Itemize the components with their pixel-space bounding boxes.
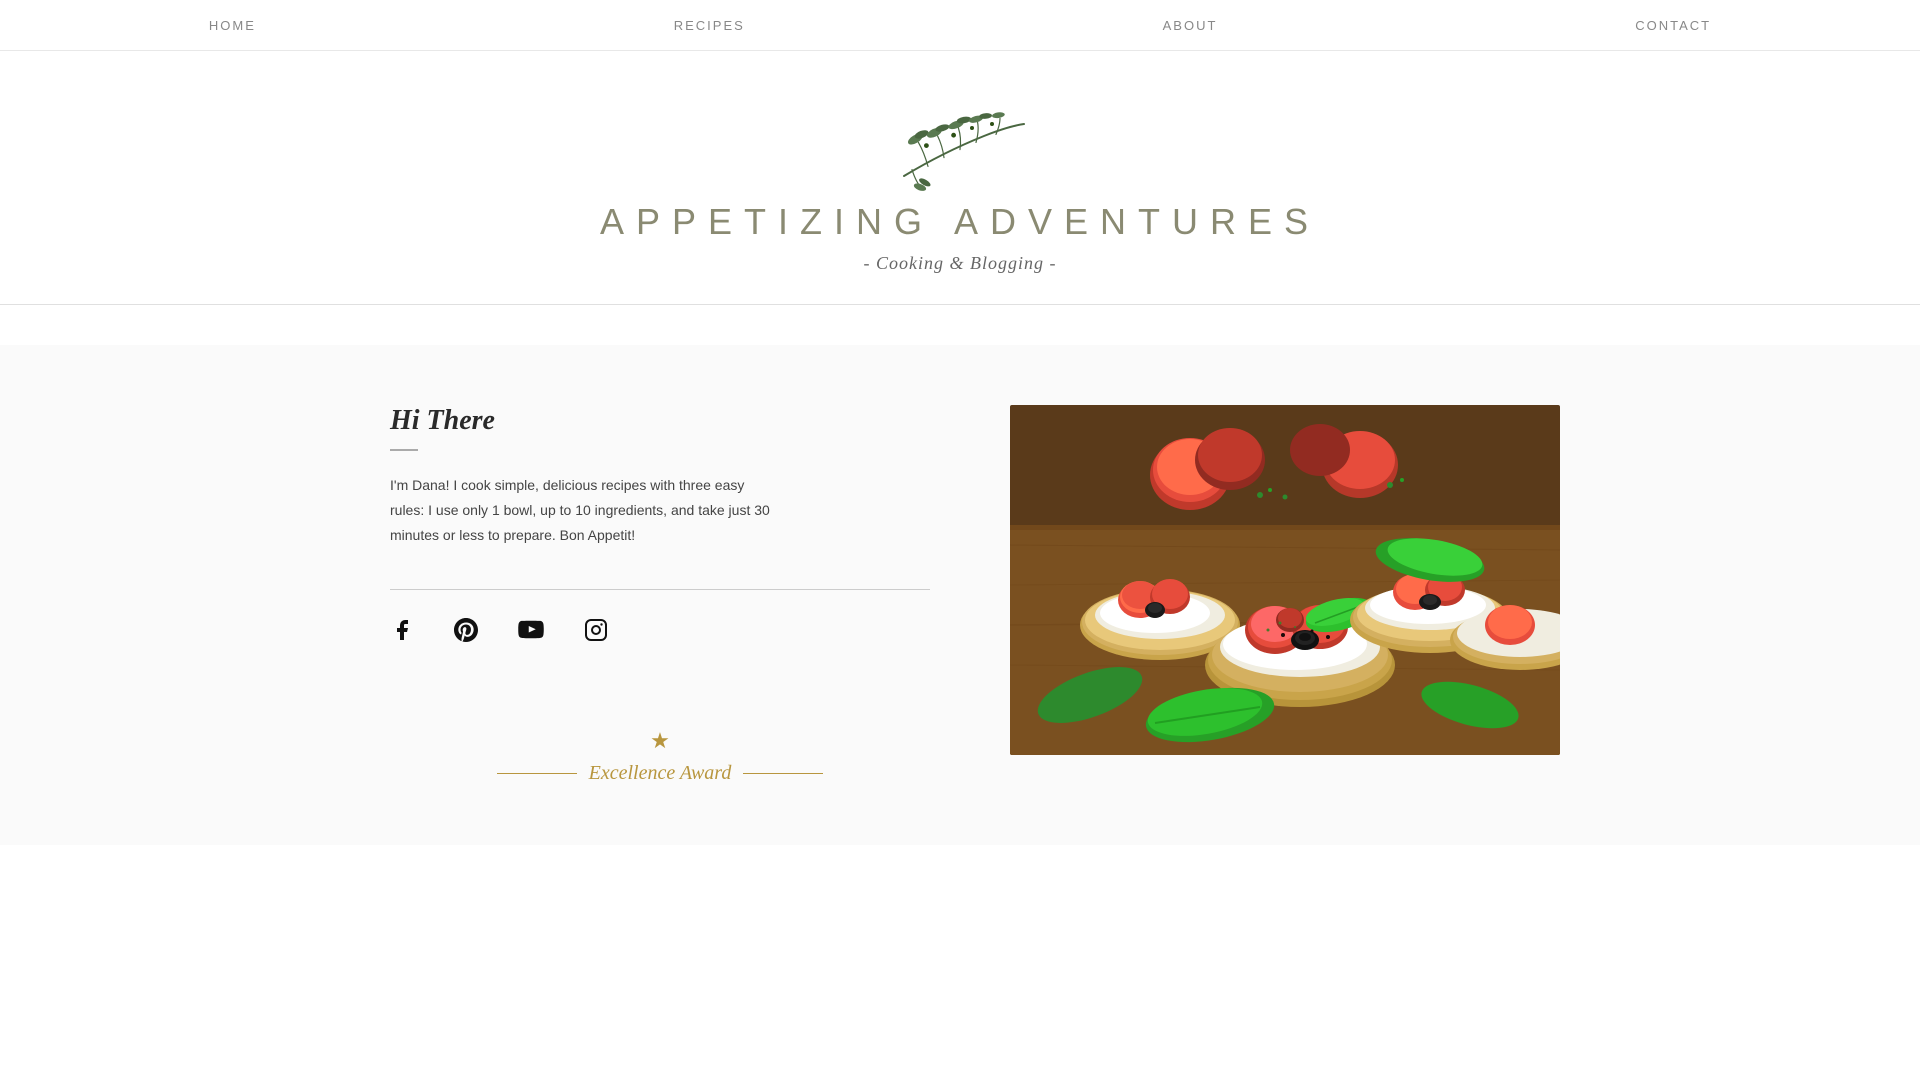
greeting-divider bbox=[390, 449, 418, 451]
facebook-icon bbox=[390, 618, 414, 642]
left-column: Hi There I'm Dana! I cook simple, delici… bbox=[390, 405, 930, 785]
right-column bbox=[1010, 405, 1560, 785]
nav-contact[interactable]: CONTACT bbox=[1575, 18, 1771, 33]
main-content: Hi There I'm Dana! I cook simple, delici… bbox=[0, 345, 1920, 845]
hero-divider bbox=[0, 304, 1920, 305]
nav-recipes[interactable]: RECIPES bbox=[614, 18, 805, 33]
social-divider bbox=[390, 589, 930, 590]
instagram-icon bbox=[584, 618, 608, 642]
pinterest-link[interactable] bbox=[454, 618, 478, 648]
star-icon: ★ bbox=[650, 728, 670, 754]
nav-home[interactable]: HOME bbox=[149, 18, 316, 33]
site-title: APPETIZING ADVENTURES bbox=[600, 201, 1320, 243]
social-icons-row bbox=[390, 618, 930, 648]
site-subtitle: - Cooking & Blogging - bbox=[864, 253, 1057, 274]
youtube-link[interactable] bbox=[518, 618, 544, 648]
logo-illustration bbox=[880, 111, 1040, 201]
food-image-container bbox=[1010, 405, 1560, 755]
facebook-link[interactable] bbox=[390, 618, 414, 648]
food-image bbox=[1010, 405, 1560, 755]
youtube-icon bbox=[518, 618, 544, 642]
excellence-label: Excellence Award bbox=[589, 762, 732, 785]
nav-about[interactable]: ABOUT bbox=[1103, 18, 1278, 33]
main-nav: HOME RECIPES ABOUT CONTACT bbox=[0, 0, 1920, 51]
instagram-link[interactable] bbox=[584, 618, 608, 648]
hero-section: APPETIZING ADVENTURES - Cooking & Bloggi… bbox=[0, 51, 1920, 345]
excellence-row: Excellence Award bbox=[497, 762, 824, 785]
excellence-line-right bbox=[743, 773, 823, 774]
pinterest-icon bbox=[454, 618, 478, 642]
excellence-line-left bbox=[497, 773, 577, 774]
excellence-section: ★ Excellence Award bbox=[390, 728, 930, 785]
greeting-heading: Hi There bbox=[390, 405, 930, 437]
intro-paragraph: I'm Dana! I cook simple, delicious recip… bbox=[390, 473, 770, 549]
